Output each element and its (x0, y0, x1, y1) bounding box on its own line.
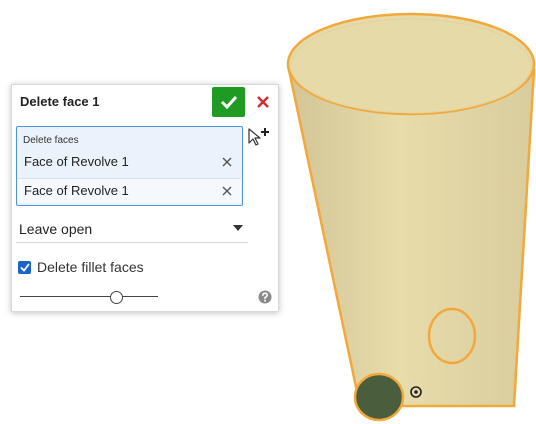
cup-body[interactable] (287, 68, 536, 408)
selected-hole-face[interactable] (353, 372, 405, 422)
delete-mode-dropdown[interactable]: Leave open (16, 215, 248, 243)
help-icon (258, 290, 272, 304)
checkmark-icon (19, 262, 30, 272)
close-icon (257, 96, 269, 108)
delete-fillet-faces-label: Delete fillet faces (37, 259, 144, 275)
add-selection-button[interactable] (247, 126, 271, 148)
confirm-button[interactable] (212, 87, 245, 117)
slider-track (20, 296, 158, 297)
delete-face-dialog: Delete face 1 Delete faces Face of Revol… (11, 84, 279, 312)
close-icon (222, 157, 232, 167)
delete-faces-label: Delete faces (23, 135, 79, 146)
cancel-button[interactable] (252, 91, 274, 113)
remove-face-button[interactable] (222, 184, 232, 199)
face-selection-item[interactable]: Face of Revolve 1 (18, 178, 241, 203)
cursor-add-icon (248, 128, 269, 146)
face-selection-item[interactable]: Face of Revolve 1 (18, 150, 241, 174)
face-item-label: Face of Revolve 1 (24, 154, 129, 169)
delete-fillet-faces-option[interactable]: Delete fillet faces (18, 258, 144, 276)
dialog-title: Delete face 1 (20, 94, 100, 109)
help-button[interactable] (258, 290, 272, 309)
delete-faces-selection[interactable]: Delete faces Face of Revolve 1 Face of R… (16, 126, 243, 206)
checkmark-icon (220, 95, 237, 109)
close-icon (222, 186, 232, 196)
face-item-label: Face of Revolve 1 (24, 183, 129, 198)
chevron-down-icon (233, 225, 243, 231)
slider-thumb[interactable] (110, 291, 123, 304)
delete-fillet-faces-checkbox[interactable] (18, 260, 31, 274)
remove-face-button[interactable] (222, 155, 232, 170)
delete-mode-value: Leave open (19, 221, 93, 237)
dialog-slider[interactable] (20, 289, 160, 305)
dialog-header: Delete face 1 (12, 85, 278, 119)
